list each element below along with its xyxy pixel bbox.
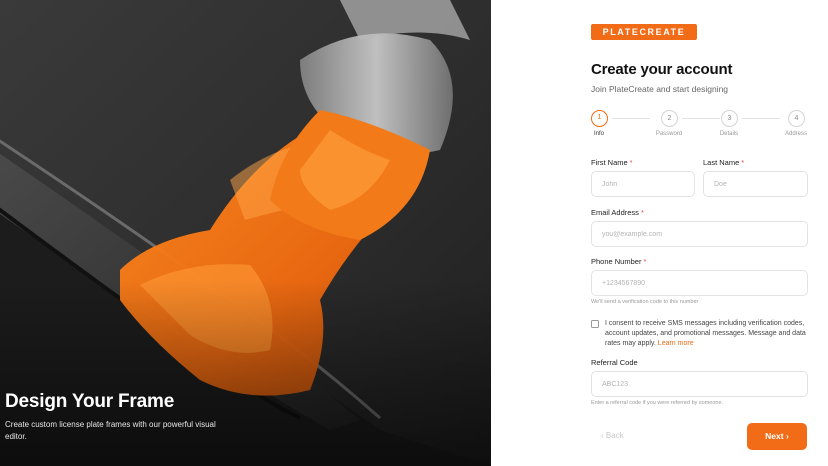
step-3-label: Details	[719, 131, 739, 137]
phone-field	[591, 270, 808, 296]
email-field	[591, 221, 808, 247]
hero-panel: Design Your Frame Create custom license …	[0, 0, 491, 466]
learn-more-link[interactable]: Learn more	[658, 340, 694, 347]
chevron-right-icon: ›	[785, 431, 789, 441]
page-subtitle: Join PlateCreate and start designing	[591, 84, 729, 94]
step-connector	[742, 118, 780, 119]
page-title: Create your account	[591, 61, 733, 78]
referral-input[interactable]	[592, 372, 807, 396]
sms-consent-text: I consent to receive SMS messages includ…	[605, 320, 806, 347]
signup-panel: PLATECREATE Create your account Join Pla…	[491, 0, 828, 466]
step-2-label: Password	[655, 131, 683, 137]
referral-label: Referral Code	[591, 358, 638, 367]
sms-consent-checkbox[interactable]	[591, 320, 599, 328]
chevron-left-icon: ‹	[601, 431, 604, 440]
next-button[interactable]: Next ›	[747, 423, 807, 450]
phone-input[interactable]	[592, 271, 807, 295]
referral-field	[591, 371, 808, 397]
step-3-circle: 3	[721, 110, 738, 127]
step-1-circle: 1	[591, 110, 608, 127]
step-4-circle: 4	[788, 110, 805, 127]
next-label: Next	[765, 431, 784, 441]
referral-hint: Enter a referral code if you were referr…	[591, 400, 724, 406]
first-name-field	[591, 171, 695, 197]
first-name-input[interactable]	[592, 172, 694, 196]
back-label: Back	[605, 431, 624, 440]
last-name-input[interactable]	[704, 172, 807, 196]
last-name-field	[703, 171, 808, 197]
hero-subtitle: Create custom license plate frames with …	[5, 420, 216, 441]
hero-title: Design Your Frame	[5, 391, 175, 412]
first-name-label: First Name *	[591, 158, 633, 167]
phone-label: Phone Number *	[591, 257, 647, 266]
step-4-label: Address	[784, 131, 807, 137]
email-input[interactable]	[592, 222, 807, 246]
step-1-label: Info	[593, 131, 604, 137]
email-label: Email Address *	[591, 208, 644, 217]
last-name-label: Last Name *	[703, 158, 745, 167]
step-connector	[682, 118, 720, 119]
back-button[interactable]: ‹ Back	[601, 431, 624, 440]
brand-logo[interactable]: PLATECREATE	[591, 24, 697, 40]
step-2-circle: 2	[661, 110, 678, 127]
step-connector	[612, 118, 650, 119]
phone-hint: We'll send a verification code to this n…	[591, 299, 699, 305]
